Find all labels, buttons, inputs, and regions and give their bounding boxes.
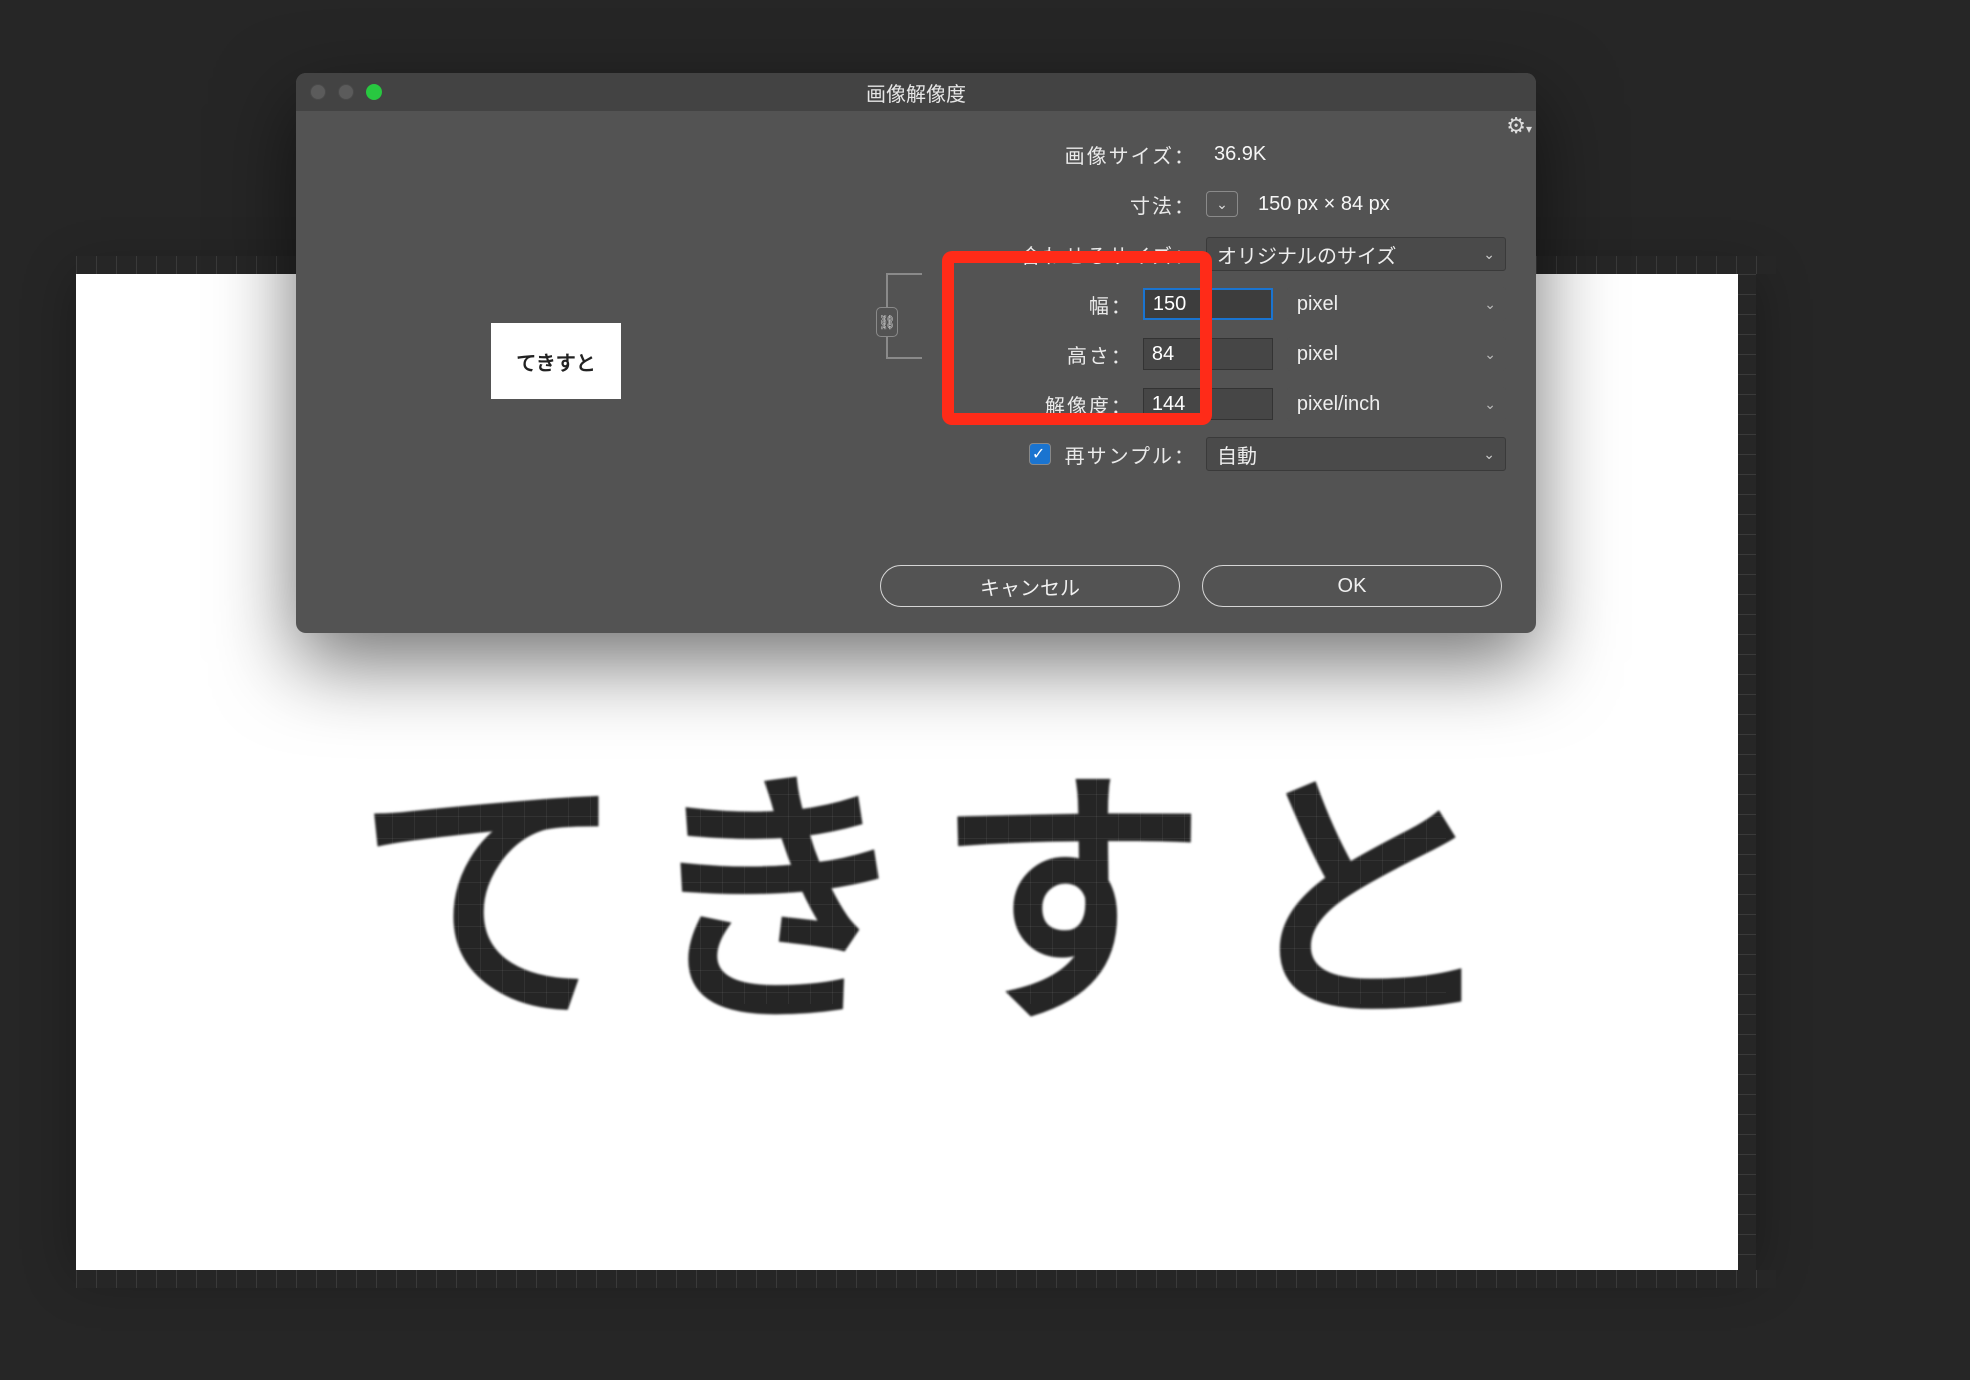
fit-row: 合わせるサイズ： オリジナルのサイズ ⌄ — [886, 229, 1506, 279]
height-unit-select[interactable]: pixel ⌄ — [1287, 337, 1506, 371]
fit-select-value: オリジナルのサイズ — [1217, 240, 1396, 269]
image-size-value: 36.9K — [1206, 143, 1266, 166]
dimensions-row: 寸法： ⌄ 150 px × 84 px — [886, 179, 1506, 229]
width-label: 幅： — [886, 290, 1143, 319]
dialog-title: 画像解像度 — [866, 78, 966, 107]
window-minimize-icon[interactable] — [338, 84, 354, 100]
image-preview: てきすと — [491, 323, 621, 399]
resolution-unit-select[interactable]: pixel/inch ⌄ — [1287, 387, 1506, 421]
width-row: 幅： pixel ⌄ — [886, 279, 1506, 329]
fit-label: 合わせるサイズ： — [886, 240, 1206, 269]
preview-text: てきすと — [516, 347, 595, 376]
image-size-dialog: 画像解像度 てきすと ⚙︎▾ 画像サイズ： 36.9K 寸法： ⌄ 150 px… — [296, 73, 1536, 633]
dimensions-label: 寸法： — [886, 190, 1206, 219]
width-input[interactable] — [1143, 288, 1273, 320]
chevron-down-icon: ⌄ — [1483, 446, 1495, 463]
cancel-button[interactable]: キャンセル — [880, 565, 1180, 607]
chevron-down-icon: ⌄ — [1484, 296, 1496, 313]
window-close-icon[interactable] — [310, 84, 326, 100]
resolution-unit-value: pixel/inch — [1297, 393, 1380, 416]
resample-value: 自動 — [1217, 440, 1257, 469]
constrain-link-bracket: ⛓ — [886, 273, 922, 359]
width-unit-select[interactable]: pixel ⌄ — [1287, 287, 1506, 321]
window-maximize-icon[interactable] — [366, 84, 382, 100]
ruler-right — [1738, 274, 1756, 1274]
ok-button[interactable]: OK — [1202, 565, 1502, 607]
chevron-down-icon: ⌄ — [1484, 346, 1496, 363]
canvas-sample-text: てきすと — [356, 684, 1524, 1075]
dimensions-value: 150 px × 84 px — [1250, 193, 1390, 216]
image-size-row: 画像サイズ： 36.9K — [886, 129, 1506, 179]
height-label: 高さ： — [886, 340, 1143, 369]
image-size-label: 画像サイズ： — [886, 140, 1206, 169]
gear-icon[interactable]: ⚙︎▾ — [1506, 113, 1532, 139]
ruler-bottom — [76, 1270, 1776, 1288]
chevron-down-icon: ⌄ — [1484, 396, 1496, 413]
resample-checkbox[interactable]: ✓ — [1029, 443, 1051, 465]
chevron-down-icon: ⌄ — [1483, 246, 1495, 263]
traffic-lights — [310, 84, 382, 100]
constrain-proportions-icon[interactable]: ⛓ — [876, 307, 898, 337]
resample-label: 再サンプル： — [1065, 440, 1196, 469]
height-row: 高さ： pixel ⌄ — [886, 329, 1506, 379]
resolution-row: 解像度： pixel/inch ⌄ — [886, 379, 1506, 429]
resolution-input[interactable] — [1143, 388, 1273, 420]
fit-select[interactable]: オリジナルのサイズ ⌄ — [1206, 237, 1506, 271]
height-input[interactable] — [1143, 338, 1273, 370]
dimensions-unit-toggle[interactable]: ⌄ — [1206, 191, 1238, 217]
width-unit-value: pixel — [1297, 293, 1338, 316]
dialog-titlebar[interactable]: 画像解像度 — [296, 73, 1536, 111]
resample-select[interactable]: 自動 ⌄ — [1206, 437, 1506, 471]
resolution-label: 解像度： — [886, 390, 1143, 419]
resample-row: ✓ 再サンプル： 自動 ⌄ — [886, 429, 1506, 479]
height-unit-value: pixel — [1297, 343, 1338, 366]
